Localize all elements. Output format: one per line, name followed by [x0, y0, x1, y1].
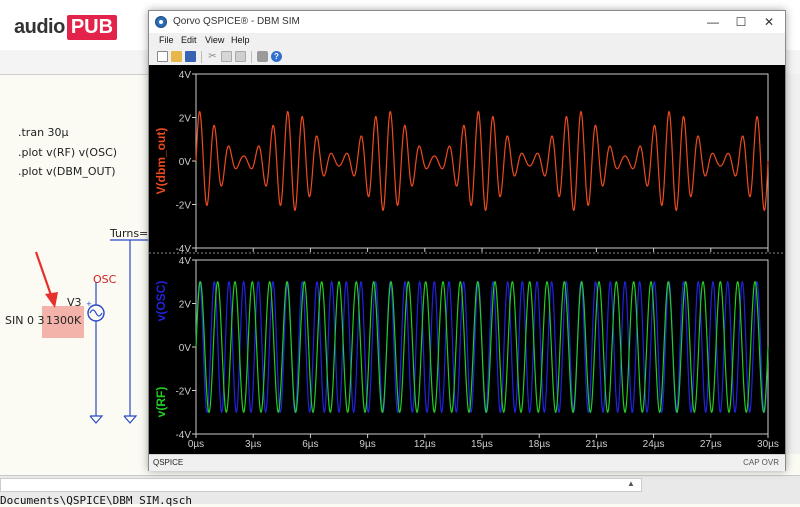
- xtick-label: 18µs: [528, 439, 550, 450]
- xtick-label: 30µs: [757, 439, 779, 450]
- xtick-label: 15µs: [471, 439, 493, 450]
- maximize-icon[interactable]: ☐: [727, 13, 755, 31]
- save-icon[interactable]: [185, 51, 196, 62]
- status-indicators: CAP OVR: [743, 458, 779, 467]
- ytick-label: -4V: [175, 244, 191, 255]
- xtick-label: 24µs: [643, 439, 665, 450]
- window-toolbar: ✂ ?: [149, 49, 785, 66]
- ylabel-osc: v(OSC): [154, 281, 168, 322]
- waveform-svg[interactable]: 4V2V0V-2V-4V4V2V0V-2V-4V0µs 3µs 6µs 9µs 12µs…: [149, 65, 785, 454]
- help-icon[interactable]: ?: [271, 51, 282, 62]
- menu-help[interactable]: Help: [231, 35, 250, 45]
- menu-file[interactable]: File: [159, 35, 174, 45]
- xtick-label: 9µs: [359, 439, 375, 450]
- minimize-icon[interactable]: —: [699, 13, 727, 31]
- qspice-waveform-window[interactable]: Qorvo QSPICE® - DBM SIM — ☐ ✕ File Edit …: [148, 10, 786, 471]
- copy-icon[interactable]: [221, 51, 232, 62]
- red-arrow-icon: [34, 251, 58, 308]
- schematic-wires: +: [34, 239, 148, 424]
- menu-view[interactable]: View: [205, 35, 224, 45]
- ytick-label: 0V: [179, 343, 192, 354]
- menu-edit[interactable]: Edit: [181, 35, 197, 45]
- scroll-up-icon[interactable]: ▲: [624, 479, 638, 489]
- xtick-label: 6µs: [302, 439, 318, 450]
- xtick-label: 21µs: [585, 439, 607, 450]
- file-path-text: Documents\QSPICE\DBM SIM.qsch: [0, 494, 193, 507]
- status-app-name: QSPICE: [153, 458, 184, 467]
- close-icon[interactable]: ✕: [755, 13, 783, 31]
- ytick-label: 4V: [179, 256, 192, 267]
- new-file-icon[interactable]: [157, 51, 168, 62]
- xtick-label: 27µs: [700, 439, 722, 450]
- open-folder-icon[interactable]: [171, 51, 182, 62]
- ytick-label: 2V: [179, 300, 192, 311]
- ytick-label: -2V: [175, 201, 191, 212]
- paste-icon[interactable]: [235, 51, 246, 62]
- schematic-wire-lines: [95, 239, 148, 416]
- waveform-plot-area[interactable]: 4V 2V 0V -2V -4V 4V 2V 0V -2V -4V 0µs 3µs 6µs 9µs 12µs…: [149, 65, 785, 454]
- series-dbm-out: [195, 110, 769, 212]
- xtick-label: 12µs: [414, 439, 436, 450]
- ytick-label: 2V: [179, 114, 192, 125]
- ylabel-rf: v(RF): [154, 387, 168, 418]
- print-icon[interactable]: [257, 51, 268, 62]
- qspice-app-icon: [155, 16, 167, 28]
- ylabel-dbm-out: V(dbm_out): [154, 128, 168, 195]
- window-titlebar[interactable]: Qorvo QSPICE® - DBM SIM — ☐ ✕: [149, 11, 785, 33]
- cut-icon[interactable]: ✂: [207, 51, 218, 62]
- window-statusbar: QSPICE CAP OVR: [149, 454, 785, 471]
- menu-bar: File Edit View Help: [149, 33, 785, 49]
- ytick-label: -2V: [175, 387, 191, 398]
- ground-icon: [89, 415, 138, 424]
- window-title: Qorvo QSPICE® - DBM SIM: [173, 16, 300, 27]
- horizontal-scrollbar[interactable]: [0, 478, 642, 492]
- sine-source-icon: +: [86, 300, 105, 322]
- ytick-label: 4V: [179, 70, 192, 81]
- xtick-label: 0µs: [188, 439, 204, 450]
- xtick-label: 3µs: [245, 439, 261, 450]
- ytick-label: 0V: [179, 157, 192, 168]
- svg-text:+: +: [86, 300, 92, 308]
